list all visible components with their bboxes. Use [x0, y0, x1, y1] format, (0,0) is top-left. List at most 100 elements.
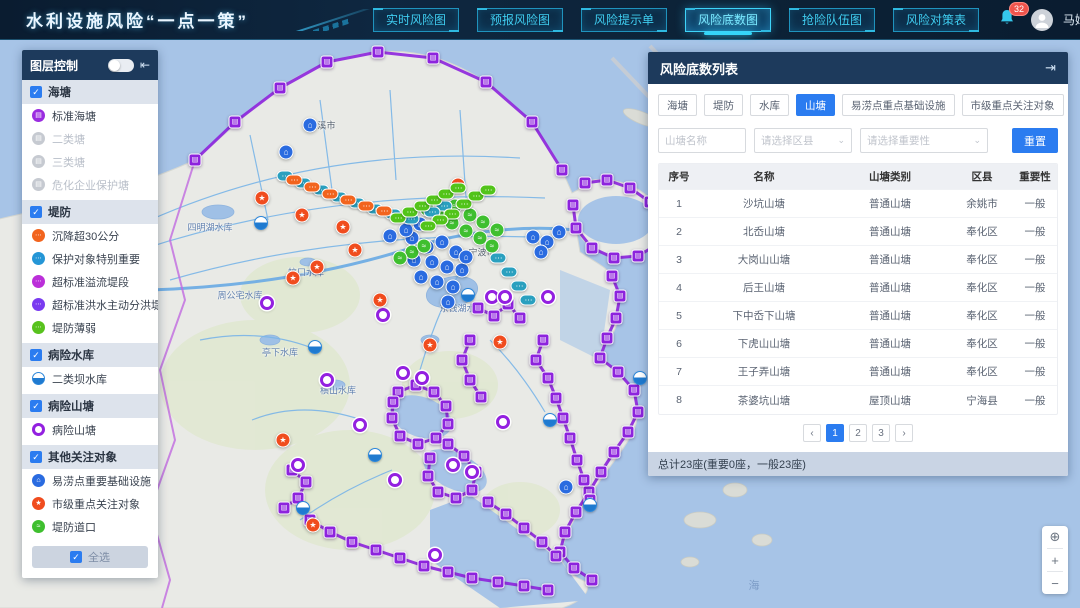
tab-海塘[interactable]: 海塘: [658, 94, 697, 116]
seawall-marker[interactable]: ▤: [518, 522, 531, 535]
seawall-marker[interactable]: ▤: [628, 384, 641, 397]
flood-point-marker[interactable]: ⌂: [414, 270, 429, 285]
dike-crossing-marker[interactable]: ≈: [485, 239, 500, 254]
flood-point-marker[interactable]: ⌂: [399, 223, 414, 238]
city-focus-marker[interactable]: ★: [493, 335, 508, 350]
seawall-marker[interactable]: ▤: [278, 502, 291, 515]
dike-segment-marker[interactable]: ⋯: [490, 253, 507, 264]
seawall-marker[interactable]: ▤: [624, 182, 637, 195]
risky-pond-marker[interactable]: [260, 296, 274, 310]
seawall-marker[interactable]: ▤: [550, 392, 563, 405]
seawall-marker[interactable]: ▤: [418, 560, 431, 573]
seawall-marker[interactable]: ▤: [412, 438, 425, 451]
seawall-marker[interactable]: ▤: [422, 470, 435, 483]
seawall-marker[interactable]: ▤: [579, 177, 592, 190]
table-row[interactable]: 3大岗山山塘普通山塘奉化区一般: [659, 246, 1057, 274]
seawall-marker[interactable]: ▤: [189, 154, 202, 167]
dike-crossing-marker[interactable]: ≈: [393, 251, 408, 266]
risky-pond-marker[interactable]: [388, 473, 402, 487]
layer-item[interactable]: ⋯沉降超30公分: [22, 224, 158, 247]
seawall-marker[interactable]: ▤: [557, 412, 570, 425]
dike-segment-marker[interactable]: ⋯: [501, 267, 518, 278]
layer-section-checkbox[interactable]: ✓: [30, 400, 42, 412]
seawall-marker[interactable]: ▤: [606, 270, 619, 283]
seawall-marker[interactable]: ▤: [500, 508, 513, 521]
seawall-marker[interactable]: ▤: [428, 386, 441, 399]
seawall-marker[interactable]: ▤: [482, 496, 495, 509]
risky-pond-marker[interactable]: [376, 308, 390, 322]
layer-item[interactable]: ⋯超标准溢流堤段: [22, 270, 158, 293]
risky-pond-marker[interactable]: [320, 373, 334, 387]
seawall-marker[interactable]: ▤: [300, 476, 313, 489]
seawall-marker[interactable]: ▤: [442, 566, 455, 579]
seawall-marker[interactable]: ▤: [440, 400, 453, 413]
flood-point-marker[interactable]: ⌂: [425, 255, 440, 270]
reservoir-marker[interactable]: [368, 448, 382, 462]
reset-button[interactable]: 重置: [1012, 128, 1058, 153]
layer-section-checkbox[interactable]: ✓: [30, 451, 42, 463]
risky-pond-marker[interactable]: [353, 418, 367, 432]
avatar[interactable]: [1031, 9, 1053, 31]
flood-point-marker[interactable]: ⌂: [383, 229, 398, 244]
seawall-marker[interactable]: ▤: [542, 372, 555, 385]
seawall-marker[interactable]: ▤: [229, 116, 242, 129]
tab-市级重点关注对象[interactable]: 市级重点关注对象: [962, 94, 1064, 116]
tab-易涝点重点基础设施[interactable]: 易涝点重点基础设施: [842, 94, 955, 116]
flood-point-marker[interactable]: ⌂: [279, 145, 294, 160]
seawall-marker[interactable]: ▤: [321, 56, 334, 69]
seawall-marker[interactable]: ▤: [432, 486, 445, 499]
pagination-page[interactable]: 1: [826, 424, 844, 442]
seawall-marker[interactable]: ▤: [466, 484, 479, 497]
layer-section-checkbox[interactable]: ✓: [30, 206, 42, 218]
flood-point-marker[interactable]: ⌂: [440, 260, 455, 275]
seawall-marker[interactable]: ▤: [480, 76, 493, 89]
seawall-marker[interactable]: ▤: [601, 174, 614, 187]
seawall-marker[interactable]: ▤: [536, 536, 549, 549]
city-focus-marker[interactable]: ★: [306, 518, 321, 533]
seawall-marker[interactable]: ▤: [394, 552, 407, 565]
seawall-marker[interactable]: ▤: [564, 432, 577, 445]
table-row[interactable]: 8茶婆坑山塘屋顶山塘宁海县一般: [659, 386, 1057, 414]
layer-item[interactable]: ⋯保护对象特别重要: [22, 247, 158, 270]
risky-pond-marker[interactable]: [498, 290, 512, 304]
city-focus-marker[interactable]: ★: [310, 260, 325, 275]
risky-pond-marker[interactable]: [541, 290, 555, 304]
seawall-marker[interactable]: ▤: [556, 164, 569, 177]
seawall-marker[interactable]: ▤: [464, 374, 477, 387]
reservoir-marker[interactable]: [296, 501, 310, 515]
city-focus-marker[interactable]: ★: [336, 220, 351, 235]
seawall-marker[interactable]: ▤: [610, 312, 623, 325]
city-focus-marker[interactable]: ★: [255, 191, 270, 206]
seawall-marker[interactable]: ▤: [530, 354, 543, 367]
seawall-marker[interactable]: ▤: [550, 550, 563, 563]
seawall-marker[interactable]: ▤: [472, 302, 485, 315]
dike-segment-marker[interactable]: ⋯: [340, 195, 357, 206]
pagination-page[interactable]: 2: [849, 424, 867, 442]
nav-button[interactable]: 风险对策表: [893, 8, 979, 32]
seawall-marker[interactable]: ▤: [537, 334, 550, 347]
zoom-in-button[interactable]: +: [1042, 549, 1068, 571]
risky-pond-marker[interactable]: [485, 290, 499, 304]
collapse-right-icon[interactable]: ⇥: [1045, 60, 1056, 76]
pagination-page[interactable]: 3: [872, 424, 890, 442]
seawall-marker[interactable]: ▤: [442, 418, 455, 431]
risky-pond-marker[interactable]: [396, 366, 410, 380]
layer-toggle-switch[interactable]: [108, 59, 134, 72]
layer-item[interactable]: ▤危化企业保护塘: [22, 173, 158, 196]
seawall-marker[interactable]: ▤: [578, 474, 591, 487]
flood-point-marker[interactable]: ⌂: [455, 263, 470, 278]
seawall-marker[interactable]: ▤: [586, 242, 599, 255]
reservoir-marker[interactable]: [633, 371, 647, 385]
dike-crossing-marker[interactable]: ≈: [476, 215, 491, 230]
select-all-checkbox[interactable]: ✓: [70, 551, 82, 563]
dike-segment-marker[interactable]: ⋯: [304, 182, 321, 193]
flood-point-marker[interactable]: ⌂: [441, 295, 456, 310]
seawall-marker[interactable]: ▤: [464, 334, 477, 347]
layer-item[interactable]: 二类坝水库: [22, 367, 158, 390]
pond-name-input[interactable]: [658, 128, 746, 153]
seawall-marker[interactable]: ▤: [601, 332, 614, 345]
risky-pond-marker[interactable]: [291, 458, 305, 472]
risky-pond-marker[interactable]: [465, 465, 479, 479]
flood-point-marker[interactable]: ⌂: [435, 235, 450, 250]
seawall-marker[interactable]: ▤: [386, 412, 399, 425]
